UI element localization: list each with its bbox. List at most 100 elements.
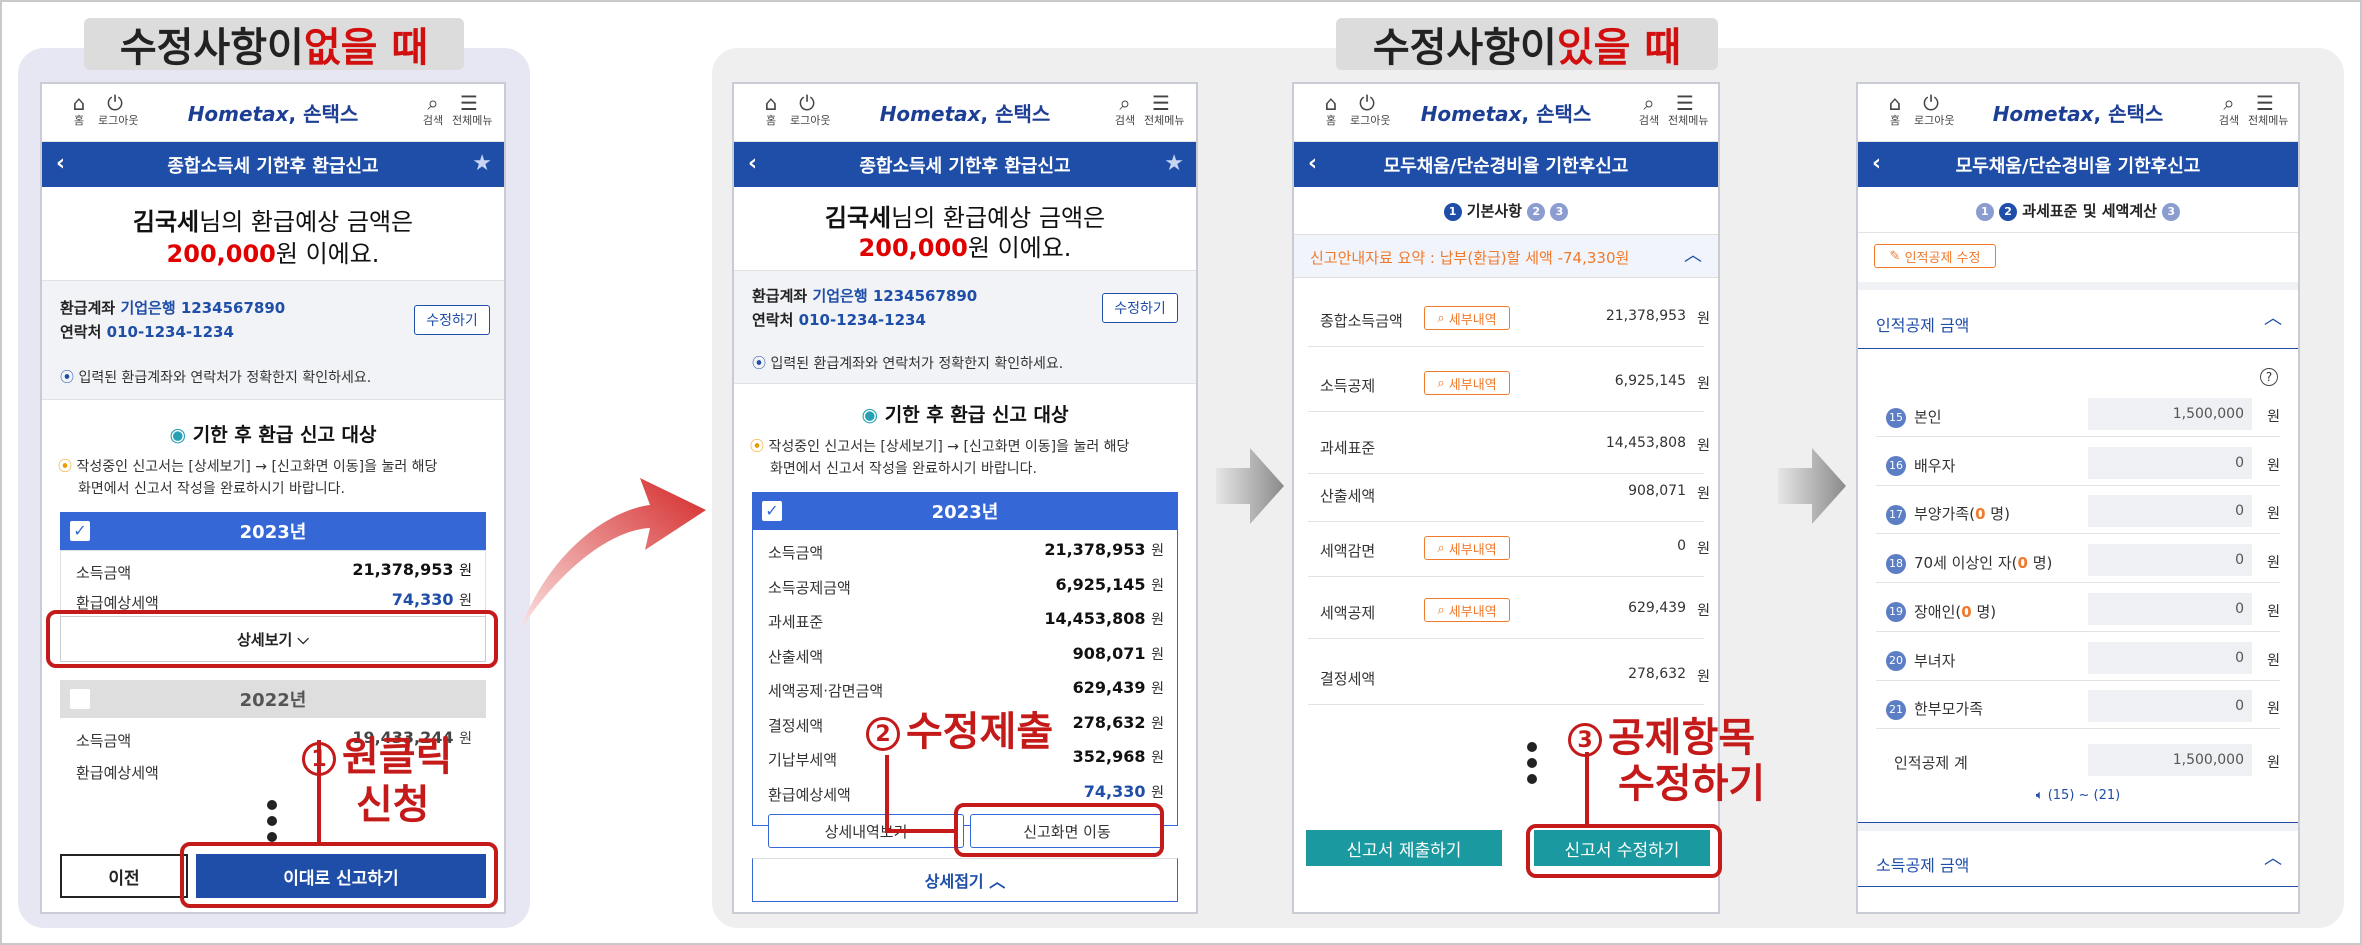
screen-1: ⌂ 홈 ⏻ 로그아웃 Hometax, 손택스 ⌕ 검색 ☰ 전체메뉴 ‹ 종합소득세 … <box>40 82 506 914</box>
detail-tag-button[interactable]: ⌕ 세부내역 <box>1424 306 1510 330</box>
edit-personal-deduction-button[interactable]: ✎ 인적공제 수정 <box>1874 244 1996 268</box>
checkbox-checked-icon[interactable]: ✓ <box>70 521 90 541</box>
detail-row-value: 74,330 원 <box>1083 781 1164 801</box>
chevron-up-icon[interactable]: ︿ <box>2264 844 2282 870</box>
detail-tag-button[interactable]: ⌕ 세부내역 <box>1424 371 1510 395</box>
search-icon: ⌕ <box>1643 91 1655 115</box>
income-deduction-accordion[interactable]: 소득공제 금액 <box>1876 852 1969 876</box>
section-title: ◉ 기한 후 환급 신고 대상 <box>169 424 377 446</box>
hamburger-icon: ☰ <box>1152 91 1170 115</box>
search-icon: ⌕ <box>1437 310 1445 326</box>
detail-row-label: 세액공제·감면금액 <box>768 682 884 700</box>
row-divider <box>1876 582 2280 584</box>
deduction-value-box: 0 <box>2088 641 2252 674</box>
highlight-submit-button <box>180 842 498 908</box>
summary-text: 신고안내자료 요약 : 납부(환급)할 세액 -74,330원 <box>1310 249 1630 267</box>
summary-row-value: 629,439 <box>1628 600 1686 616</box>
detail-tag-button[interactable]: ⌕ 세부내역 <box>1424 598 1510 622</box>
stepper-divider <box>1858 232 2298 233</box>
row-divider <box>1876 728 2280 730</box>
search-icon: ⌕ <box>1119 91 1131 115</box>
summary-row-value: 14,453,808 <box>1605 435 1686 451</box>
row-divider <box>1876 484 2280 486</box>
help-icon[interactable]: ? <box>2260 368 2278 386</box>
edit-account-button[interactable]: 수정하기 <box>414 305 490 335</box>
fold-button[interactable]: 상세접기 ︿ <box>752 858 1178 902</box>
summary-row-label: 산출세액 <box>1320 487 1376 505</box>
year-2023-header[interactable]: ✓ 2023년 <box>752 492 1178 530</box>
edit-account-button[interactable]: 수정하기 <box>1102 293 1178 323</box>
search-icon: ⌕ <box>1437 375 1445 391</box>
detail-row-label: 결정세액 <box>768 716 824 735</box>
row-divider <box>1876 533 2280 535</box>
page-title: 종합소득세 기한후 환급신고 <box>167 155 379 177</box>
row-divider <box>1308 346 1704 347</box>
detail-row-value: 908,071 원 <box>1072 643 1164 663</box>
guide-text-1: ⦿ 작성중인 신고서는 [상세보기] → [신고화면 이동]을 눌러 해당 <box>58 459 438 475</box>
deduction-value-box: 1,500,000 <box>2088 398 2252 430</box>
detail-tag-button[interactable]: ⌕ 세부내역 <box>1424 536 1510 560</box>
summary-row-label: 소득공제 <box>1320 377 1376 395</box>
menu-button[interactable]: ☰ 전체메뉴 <box>1668 91 1708 127</box>
deduction-row-label: 16 배우자 <box>1886 455 1955 477</box>
step-3-label2: 수정하기 <box>1618 761 1766 807</box>
row-divider <box>1308 521 1704 522</box>
summary-row-value: 6,925,145 <box>1614 373 1686 389</box>
row-divider <box>1876 630 2280 632</box>
back-icon[interactable]: ‹ <box>56 151 65 176</box>
top-nav: ⌂ 홈 ⏻ 로그아웃 Hometax, 손택스 ⌕ 검색 ☰ 전체메뉴 <box>1858 84 2298 142</box>
top-nav: ⌂ 홈 ⏻ 로그아웃 Hometax, 손택스 ⌕ 검색 ☰ 전체메뉴 <box>734 84 1196 142</box>
search-button[interactable]: ⌕ 검색 <box>416 91 450 127</box>
submit-form-button[interactable]: 신고서 제출하기 <box>1306 830 1502 866</box>
year-2023-header[interactable]: ✓ 2023년 <box>60 512 486 550</box>
search-icon: ⌕ <box>1437 540 1445 556</box>
detail-row-label: 소득공제금액 <box>768 578 851 597</box>
connector-2-v <box>885 755 889 833</box>
arrow-right-2 <box>1778 448 1846 524</box>
menu-button[interactable]: ☰ 전체메뉴 <box>1144 91 1184 127</box>
back-icon[interactable]: ‹ <box>748 151 757 176</box>
ellipsis-dots-3 <box>1527 742 1537 790</box>
menu-button[interactable]: ☰ 전체메뉴 <box>452 91 492 127</box>
screen-4: ⌂ 홈 ⏻ 로그아웃 Hometax, 손택스 ⌕ 검색 ☰ 전체메뉴 ‹ 모두채움/단… <box>1856 82 2300 914</box>
amount-line2: 200,000원 이에요. <box>166 240 380 268</box>
search-button[interactable]: ⌕ 검색 <box>2212 91 2246 127</box>
amount-line1: 김국세님의 환급예상 금액은 <box>132 208 414 236</box>
detail-row-label: 산출세액 <box>768 647 824 666</box>
personal-deduction-accordion[interactable]: 인적공제 금액 <box>1876 312 1969 336</box>
summary-row-label: 과세표준 <box>1320 439 1376 457</box>
deduction-value-box: 0 <box>2088 592 2252 625</box>
stepper: 1 기본사항 2 3 <box>1294 200 1718 221</box>
star-icon[interactable]: ★ <box>472 151 492 176</box>
row-divider <box>1308 576 1704 577</box>
row-divider <box>1308 704 1704 705</box>
search-button[interactable]: ⌕ 검색 <box>1108 91 1142 127</box>
section-divider-2 <box>1858 823 2298 831</box>
search-icon: ⌕ <box>427 91 439 115</box>
row-divider <box>1308 473 1704 474</box>
checkbox-checked-icon[interactable]: ✓ <box>762 501 782 521</box>
heading-with-changes: 수정사항이 있을 때 <box>1336 18 1718 71</box>
step-1-label: 1 원클릭 <box>302 736 452 778</box>
deduction-value-box: 0 <box>2088 446 2252 479</box>
page-title: 종합소득세 기한후 환급신고 <box>859 155 1071 177</box>
search-button[interactable]: ⌕ 검색 <box>1632 91 1666 127</box>
star-icon[interactable]: ★ <box>1164 151 1184 176</box>
summary-bar[interactable]: 신고안내자료 요약 : 납부(환급)할 세액 -74,330원 ︿ <box>1294 234 1718 278</box>
menu-button[interactable]: ☰ 전체메뉴 <box>2248 91 2288 127</box>
ellipsis-dots-1 <box>267 800 277 848</box>
range-note: 🔈︎ (15) ~ (21) <box>2035 788 2121 803</box>
back-icon[interactable]: ‹ <box>1308 151 1317 176</box>
summary-row-value: 21,378,953 <box>1605 308 1686 324</box>
prev-button[interactable]: 이전 <box>60 854 188 898</box>
row-divider <box>1308 411 1704 412</box>
checkbox-empty-icon[interactable] <box>70 689 90 709</box>
chevron-up-icon: ︿ <box>1684 245 1702 266</box>
stepper: 1 2 과세표준 및 세액계산 3 <box>1858 200 2298 221</box>
deduction-value-box: 0 <box>2088 495 2252 528</box>
back-icon[interactable]: ‹ <box>1872 151 1881 176</box>
speaker-icon: 🔈︎ <box>2035 788 2044 803</box>
page-title-bar: ‹ 종합소득세 기한후 환급신고 ★ <box>42 142 504 187</box>
year-2022-header[interactable]: 2022년 <box>60 680 486 718</box>
chevron-up-icon[interactable]: ︿ <box>2264 304 2282 330</box>
